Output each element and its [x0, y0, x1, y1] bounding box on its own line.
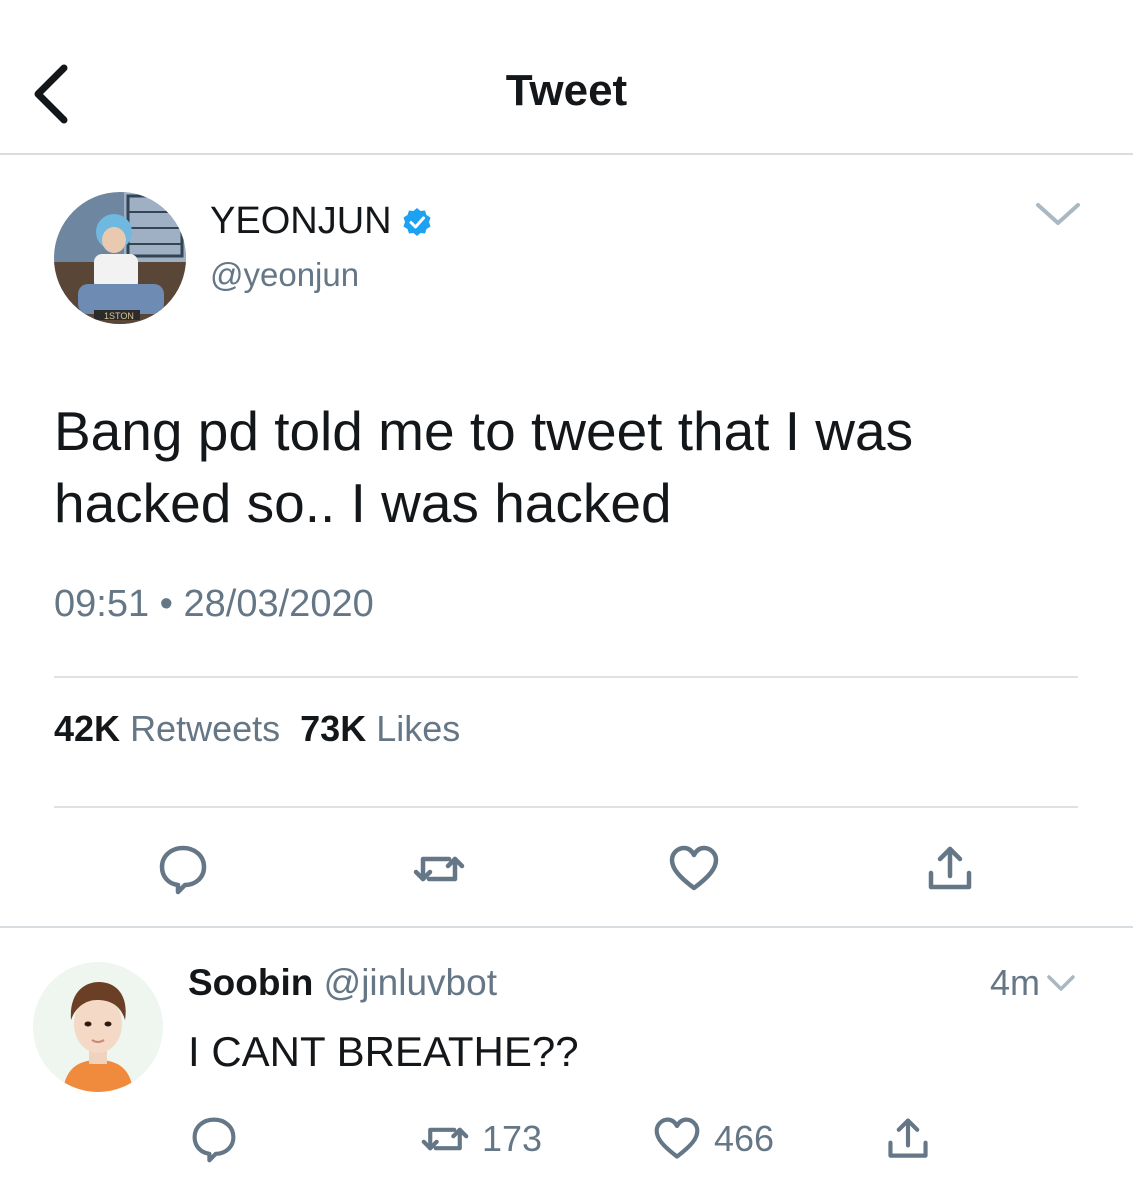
avatar-logo-text: 1STON — [104, 311, 134, 321]
tweet-stats: 42K Retweets 73K Likes — [54, 708, 460, 750]
page-title: Tweet — [505, 66, 628, 115]
reply-share-button[interactable] — [884, 1115, 932, 1163]
author-name[interactable]: YEONJUN — [210, 200, 392, 243]
likes-stat[interactable]: 73K Likes — [300, 708, 460, 749]
tweet-timestamp: 09:51 • 28/03/2020 — [54, 583, 374, 626]
reply-author-handle[interactable]: @jinluvbot — [324, 962, 497, 1003]
reply-reply-button[interactable] — [190, 1115, 238, 1163]
author-handle[interactable]: @yeonjun — [210, 256, 359, 294]
likes-label: Likes — [376, 708, 461, 749]
likes-count: 73K — [300, 708, 367, 749]
like-button[interactable] — [668, 843, 720, 895]
reply-header: Soobin @jinluvbot — [188, 962, 497, 1004]
reply-avatar[interactable] — [33, 962, 163, 1092]
divider — [0, 926, 1133, 928]
chevron-down-icon — [1036, 203, 1080, 225]
meta-separator: • — [159, 583, 173, 625]
tweet-date: 28/03/2020 — [183, 583, 374, 625]
tweet-options-button[interactable] — [1034, 200, 1082, 228]
verified-badge-icon — [403, 207, 431, 236]
retweets-stat[interactable]: 42K Retweets — [54, 708, 280, 749]
tweet-text-line: hacked so.. I was hacked — [54, 472, 672, 534]
divider — [54, 676, 1078, 678]
reply-author-name[interactable]: Soobin — [188, 962, 313, 1003]
retweet-icon — [421, 1127, 469, 1151]
tweet-text-line: Bang pd told me to tweet that I was — [54, 400, 914, 462]
reply-text: I CANT BREATHE?? — [188, 1028, 579, 1075]
reply-time-row: 4m — [990, 962, 1076, 1004]
avatar[interactable]: 1STON — [54, 192, 186, 324]
divider — [54, 806, 1078, 808]
avatar-image: 1STON — [54, 192, 186, 324]
reply-icon — [159, 845, 207, 895]
reply-icon — [192, 1117, 236, 1163]
tweet-text: Bang pd told me to tweet that I was hack… — [54, 395, 1094, 539]
author-name-row: YEONJUN — [210, 200, 432, 243]
retweet-icon — [413, 856, 465, 882]
tweet-time: 09:51 — [54, 583, 150, 625]
retweet-button[interactable] — [413, 843, 465, 895]
reply-retweet-button[interactable]: 173 — [420, 1115, 542, 1163]
share-button[interactable] — [924, 843, 976, 895]
heart-icon — [669, 845, 719, 891]
reply-button[interactable] — [157, 843, 209, 895]
reply-retweet-count: 173 — [482, 1118, 543, 1159]
reply-avatar-image — [33, 962, 163, 1092]
share-icon — [888, 1118, 928, 1158]
heart-icon — [654, 1117, 700, 1159]
retweets-count: 42K — [54, 708, 121, 749]
reply-time: 4m — [990, 962, 1041, 1003]
reply-like-count: 466 — [714, 1118, 775, 1159]
chevron-down-icon[interactable] — [1046, 973, 1076, 993]
reply-like-button[interactable]: 466 — [652, 1115, 774, 1163]
retweets-label: Retweets — [130, 708, 281, 749]
share-icon — [928, 846, 972, 890]
